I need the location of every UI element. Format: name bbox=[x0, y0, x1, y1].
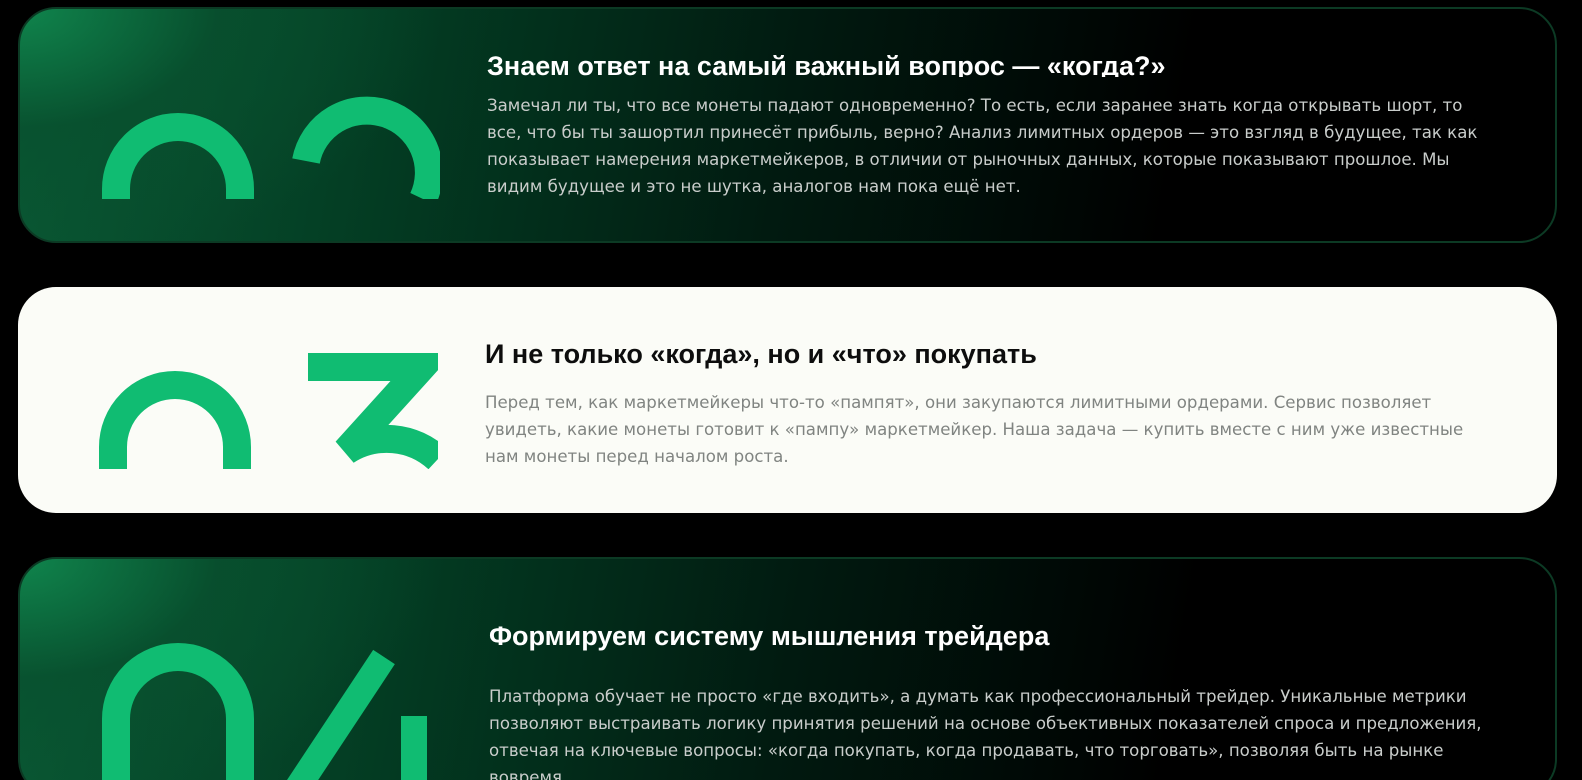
feature-card-mindset: Формируем систему мышления трейдера Плат… bbox=[18, 557, 1557, 780]
feature-description: Перед тем, как маркетмейкеры что-то «пам… bbox=[485, 393, 1464, 466]
feature-description: Замечал ли ты, что все монеты падают одн… bbox=[487, 96, 1478, 196]
digits-02-icon bbox=[100, 49, 440, 199]
feature-description: Платформа обучает не просто «где входить… bbox=[489, 687, 1482, 780]
feature-title: Знаем ответ на самый важный вопрос — «ко… bbox=[487, 51, 1166, 77]
feature-card-when: Знаем ответ на самый важный вопрос — «ко… bbox=[18, 7, 1557, 243]
feature-text: Формируем систему мышления трейдера Плат… bbox=[489, 619, 1499, 780]
features-page: Знаем ответ на самый важный вопрос — «ко… bbox=[0, 0, 1582, 780]
feature-title: И не только «когда», но и «что» покупать bbox=[485, 339, 1037, 369]
feature-text: Знаем ответ на самый важный вопрос — «ко… bbox=[487, 49, 1497, 200]
feature-text: И не только «когда», но и «что» покупать… bbox=[485, 337, 1495, 470]
digits-03-icon bbox=[98, 327, 438, 469]
feature-title: Формируем систему мышления трейдера bbox=[489, 621, 1050, 651]
feature-card-what: И не только «когда», но и «что» покупать… bbox=[18, 287, 1557, 513]
digits-04-icon bbox=[100, 619, 440, 780]
